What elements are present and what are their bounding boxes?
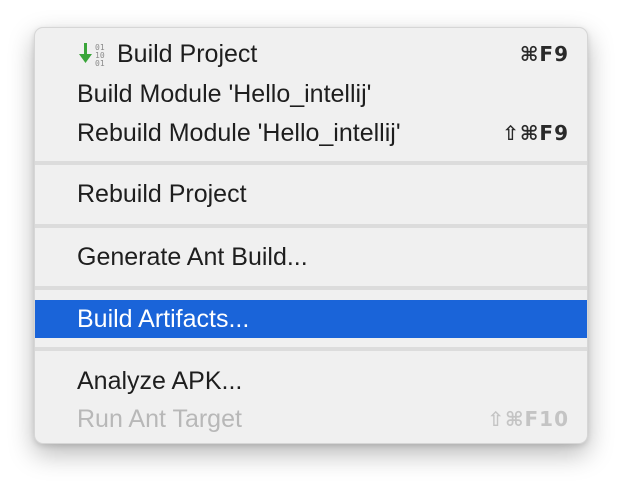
menu-item-label: Rebuild Project <box>77 179 247 208</box>
build-menu: 01 10 01 Build Project ⌘F9 Build Module … <box>34 27 588 444</box>
menu-separator <box>35 347 587 351</box>
menu-separator <box>35 161 587 165</box>
build-project-icon: 01 10 01 <box>78 42 116 68</box>
menu-item-rebuild-project[interactable]: Rebuild Project <box>35 175 587 213</box>
menu-item-shortcut: ⇧⌘F10 <box>487 407 569 431</box>
menu-item-build-artifacts[interactable]: Build Artifacts... <box>35 300 587 338</box>
svg-text:01: 01 <box>95 59 105 66</box>
menu-item-build-module[interactable]: Build Module 'Hello_intellij' <box>35 75 587 113</box>
menu-item-run-ant-target: Run Ant Target ⇧⌘F10 <box>35 400 587 438</box>
menu-item-build-project[interactable]: 01 10 01 Build Project ⌘F9 <box>35 35 587 73</box>
menu-item-label: Generate Ant Build... <box>77 242 308 271</box>
menu-item-rebuild-module[interactable]: Rebuild Module 'Hello_intellij' ⇧⌘F9 <box>35 114 587 152</box>
menu-item-generate-ant-build[interactable]: Generate Ant Build... <box>35 238 587 276</box>
menu-item-shortcut: ⇧⌘F9 <box>502 121 569 145</box>
menu-item-label: Build Project <box>117 39 258 68</box>
menu-item-label: Rebuild Module 'Hello_intellij' <box>77 118 401 147</box>
menu-item-shortcut: ⌘F9 <box>519 42 569 66</box>
menu-item-label: Build Module 'Hello_intellij' <box>77 79 372 108</box>
menu-item-analyze-apk[interactable]: Analyze APK... <box>35 362 587 400</box>
menu-item-label: Build Artifacts... <box>77 304 250 333</box>
menu-item-label: Analyze APK... <box>77 366 243 395</box>
menu-separator <box>35 224 587 228</box>
menu-item-label: Run Ant Target <box>77 404 242 433</box>
menu-separator <box>35 286 587 290</box>
